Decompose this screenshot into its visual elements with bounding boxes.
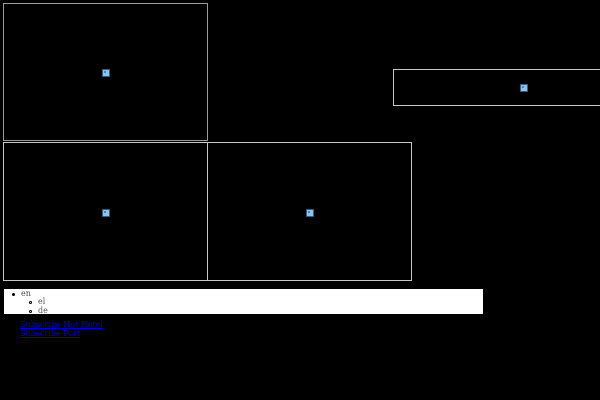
language-switcher: en el de [4, 289, 483, 314]
language-option-label[interactable]: el [38, 297, 45, 306]
language-option-el[interactable]: el [29, 297, 48, 306]
language-option-de[interactable]: de [29, 306, 48, 314]
subscribe-hotel-link[interactable]: Subscribe Hot Hotel [20, 320, 103, 329]
subscribe-port-link[interactable]: Subscribe Port [20, 329, 103, 338]
image-frame-4 [207, 142, 412, 281]
broken-image-icon [306, 209, 314, 217]
image-frame-2 [393, 69, 600, 106]
language-option-label[interactable]: de [38, 306, 48, 314]
language-options: el de [29, 297, 48, 314]
subscribe-links: Subscribe Hot Hotel Subscribe Port [20, 320, 103, 338]
image-frame-1 [3, 3, 208, 141]
circle-bullet-icon [29, 309, 32, 313]
broken-image-icon [102, 69, 110, 77]
bullet-icon [12, 292, 15, 296]
image-frame-3 [3, 142, 208, 281]
broken-image-icon [102, 209, 110, 217]
broken-image-icon [520, 84, 528, 92]
circle-bullet-icon [29, 300, 32, 304]
